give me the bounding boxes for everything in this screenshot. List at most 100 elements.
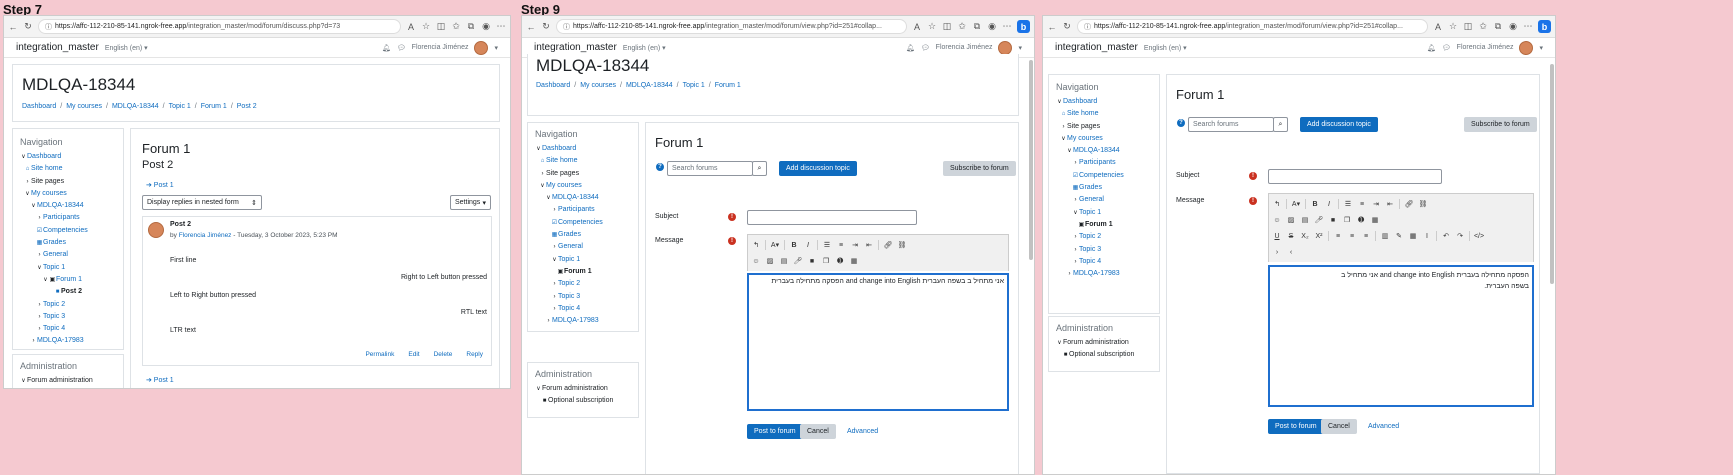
record-video-icon[interactable]: ■ [806, 255, 818, 267]
nav-site-pages[interactable]: Site pages [31, 178, 64, 185]
subject-field[interactable] [1268, 169, 1442, 184]
site-name[interactable]: integration_master [1055, 42, 1138, 53]
delete-link[interactable]: Delete [434, 351, 453, 358]
profile-icon[interactable]: ◉ [481, 21, 491, 32]
nav-topic-2[interactable]: Topic 2 [43, 301, 65, 308]
favorites-icon[interactable]: ✩ [451, 21, 461, 32]
underline-icon[interactable]: U [1271, 230, 1283, 242]
accessibility-icon[interactable]: ➊ [1355, 214, 1367, 226]
nav-topic-2[interactable]: Topic 2 [1079, 233, 1101, 240]
nav-participants[interactable]: Participants [43, 214, 80, 221]
nav-site-home[interactable]: Site home [546, 157, 578, 164]
read-aloud-icon[interactable]: A [912, 22, 922, 32]
address-bar[interactable]: ⓘ https://affc-112-210-85-141.ngrok-free… [38, 19, 401, 34]
search-input[interactable]: Search forums [667, 161, 753, 176]
split-icon[interactable]: ◫ [942, 21, 952, 32]
back-icon[interactable]: ← [526, 22, 536, 32]
forum-administration[interactable]: Forum administration [27, 377, 93, 384]
emoji-icon[interactable]: ☺ [1271, 214, 1283, 226]
favorite-icon[interactable]: ☆ [1448, 21, 1458, 32]
nav-general[interactable]: General [1079, 196, 1104, 203]
clear-format-icon[interactable]: I [1421, 230, 1433, 242]
bell-icon[interactable]: 🔔︎ [906, 44, 915, 52]
forum-administration[interactable]: Forum administration [542, 385, 608, 392]
crumb-dashboard[interactable]: Dashboard [22, 103, 56, 110]
more-icon[interactable]: ⋯ [1002, 21, 1012, 32]
profile-icon[interactable]: ◉ [1508, 21, 1518, 32]
font-style-icon[interactable]: A▾ [769, 239, 781, 251]
reload-icon[interactable]: ↻ [23, 21, 33, 32]
emoji-icon[interactable]: ☺ [750, 255, 762, 267]
scrollbar[interactable] [1550, 64, 1554, 284]
bullet-list-icon[interactable]: ☰ [1342, 198, 1354, 210]
user-name[interactable]: Florencia Jiménez [936, 44, 993, 51]
advanced-link[interactable]: Advanced [1361, 419, 1406, 434]
back-icon[interactable]: ← [8, 22, 18, 32]
post-to-forum-button[interactable]: Post to forum [747, 424, 803, 439]
nav-topic-1[interactable]: Topic 1 [558, 256, 580, 263]
redo-icon[interactable]: ↷ [1454, 230, 1466, 242]
permalink-link[interactable]: Permalink [365, 351, 394, 358]
profile-icon[interactable]: ◉ [987, 21, 997, 32]
back-icon[interactable]: ← [1047, 22, 1057, 32]
undo-icon[interactable]: ↶ [1440, 230, 1452, 242]
nav-participants[interactable]: Participants [558, 206, 595, 213]
optional-subscription[interactable]: Optional subscription [548, 397, 613, 404]
nav-topic-4[interactable]: Topic 4 [558, 305, 580, 312]
nav-topic-3[interactable]: Topic 3 [43, 313, 65, 320]
nav-grades[interactable]: Grades [558, 231, 581, 238]
nav-course[interactable]: MDLQA-18344 [37, 202, 84, 209]
cancel-button[interactable]: Cancel [1321, 419, 1357, 434]
html-icon[interactable]: </> [1473, 230, 1485, 242]
align-center-icon[interactable]: ≡ [1346, 230, 1358, 242]
manage-files-icon[interactable]: ❐ [1341, 214, 1353, 226]
subject-field[interactable] [747, 210, 917, 225]
advanced-link[interactable]: Advanced [840, 424, 885, 439]
user-name[interactable]: Florencia Jiménez [412, 44, 469, 51]
superscript-icon[interactable]: X² [1313, 230, 1325, 242]
help-icon[interactable]: ? [656, 163, 664, 171]
read-aloud-icon[interactable]: A [406, 22, 416, 32]
crumb-course[interactable]: MDLQA-18344 [112, 103, 159, 110]
nav-competencies[interactable]: Competencies [43, 227, 88, 234]
reply-link[interactable]: Reply [466, 351, 483, 358]
nav-general[interactable]: General [43, 251, 68, 258]
link-icon[interactable]: 🔗︎ [882, 239, 894, 251]
nav-forum-1[interactable]: Forum 1 [564, 268, 592, 275]
outdent-icon[interactable]: ⇤ [863, 239, 875, 251]
more-icon[interactable]: ⋯ [1523, 21, 1533, 32]
nav-topic-4[interactable]: Topic 4 [1079, 258, 1101, 265]
image-icon[interactable]: ▨ [764, 255, 776, 267]
align-left-icon[interactable]: ≡ [1332, 230, 1344, 242]
forum-administration[interactable]: Forum administration [1063, 339, 1129, 346]
subscribe-button[interactable]: Subscribe to forum [943, 161, 1016, 176]
nav-dashboard[interactable]: Dashboard [1063, 98, 1097, 105]
bold-icon[interactable]: B [788, 239, 800, 251]
crumb-dashboard[interactable]: Dashboard [536, 82, 570, 89]
nav-site-pages[interactable]: Site pages [1067, 123, 1100, 130]
next-discussion-link[interactable]: ➔ Post 1 [146, 376, 174, 384]
nav-course[interactable]: MDLQA-18344 [1073, 147, 1120, 154]
display-mode-select[interactable]: Display replies in nested form ⇕ [142, 195, 262, 210]
nav-site-home[interactable]: Site home [31, 165, 63, 172]
bing-icon[interactable]: b [1538, 20, 1551, 33]
search-icon[interactable]: ⌕ [752, 161, 767, 176]
nav-topic-2[interactable]: Topic 2 [558, 280, 580, 287]
media-icon[interactable]: ▤ [778, 255, 790, 267]
h5p-icon[interactable]: ▦ [1369, 214, 1381, 226]
nav-my-courses[interactable]: My courses [31, 190, 67, 197]
record-audio-icon[interactable]: 🎤︎ [1313, 214, 1325, 226]
h5p-icon[interactable]: ▦ [848, 255, 860, 267]
subscript-icon[interactable]: X₂ [1299, 230, 1311, 242]
language-menu[interactable]: English (en) ▾ [623, 44, 666, 52]
avatar[interactable] [474, 40, 489, 55]
nav-site-pages[interactable]: Site pages [546, 170, 579, 177]
nav-general[interactable]: General [558, 243, 583, 250]
settings-button[interactable]: Settings ▾ [450, 195, 491, 210]
read-aloud-icon[interactable]: A [1433, 22, 1443, 32]
nav-forum-1[interactable]: Forum 1 [1085, 221, 1113, 228]
equation-icon[interactable]: ▥ [1379, 230, 1391, 242]
nav-my-courses[interactable]: My courses [546, 182, 582, 189]
numbered-list-icon[interactable]: ≡ [1356, 198, 1368, 210]
nav-topic-1[interactable]: Topic 1 [43, 264, 65, 271]
